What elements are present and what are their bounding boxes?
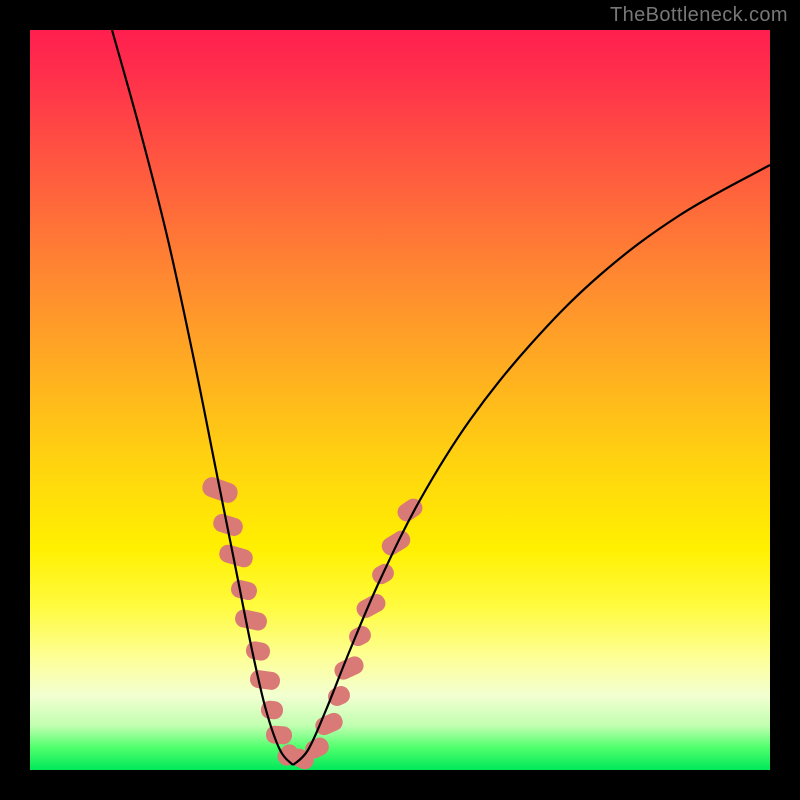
curve-marker [332, 654, 367, 683]
watermark-label: TheBottleneck.com [610, 4, 788, 27]
right-curve [293, 165, 770, 765]
curve-marker [379, 527, 414, 558]
curve-marker [325, 683, 352, 708]
markers-group [200, 474, 426, 770]
plot-area [30, 30, 770, 770]
curve-marker [249, 669, 281, 691]
curve-marker [229, 578, 259, 602]
curve-layer [30, 30, 770, 770]
curve-marker [245, 640, 272, 662]
curve-marker [354, 591, 389, 621]
curve-marker [313, 710, 346, 738]
curve-marker [265, 725, 292, 745]
curve-marker [233, 608, 268, 632]
